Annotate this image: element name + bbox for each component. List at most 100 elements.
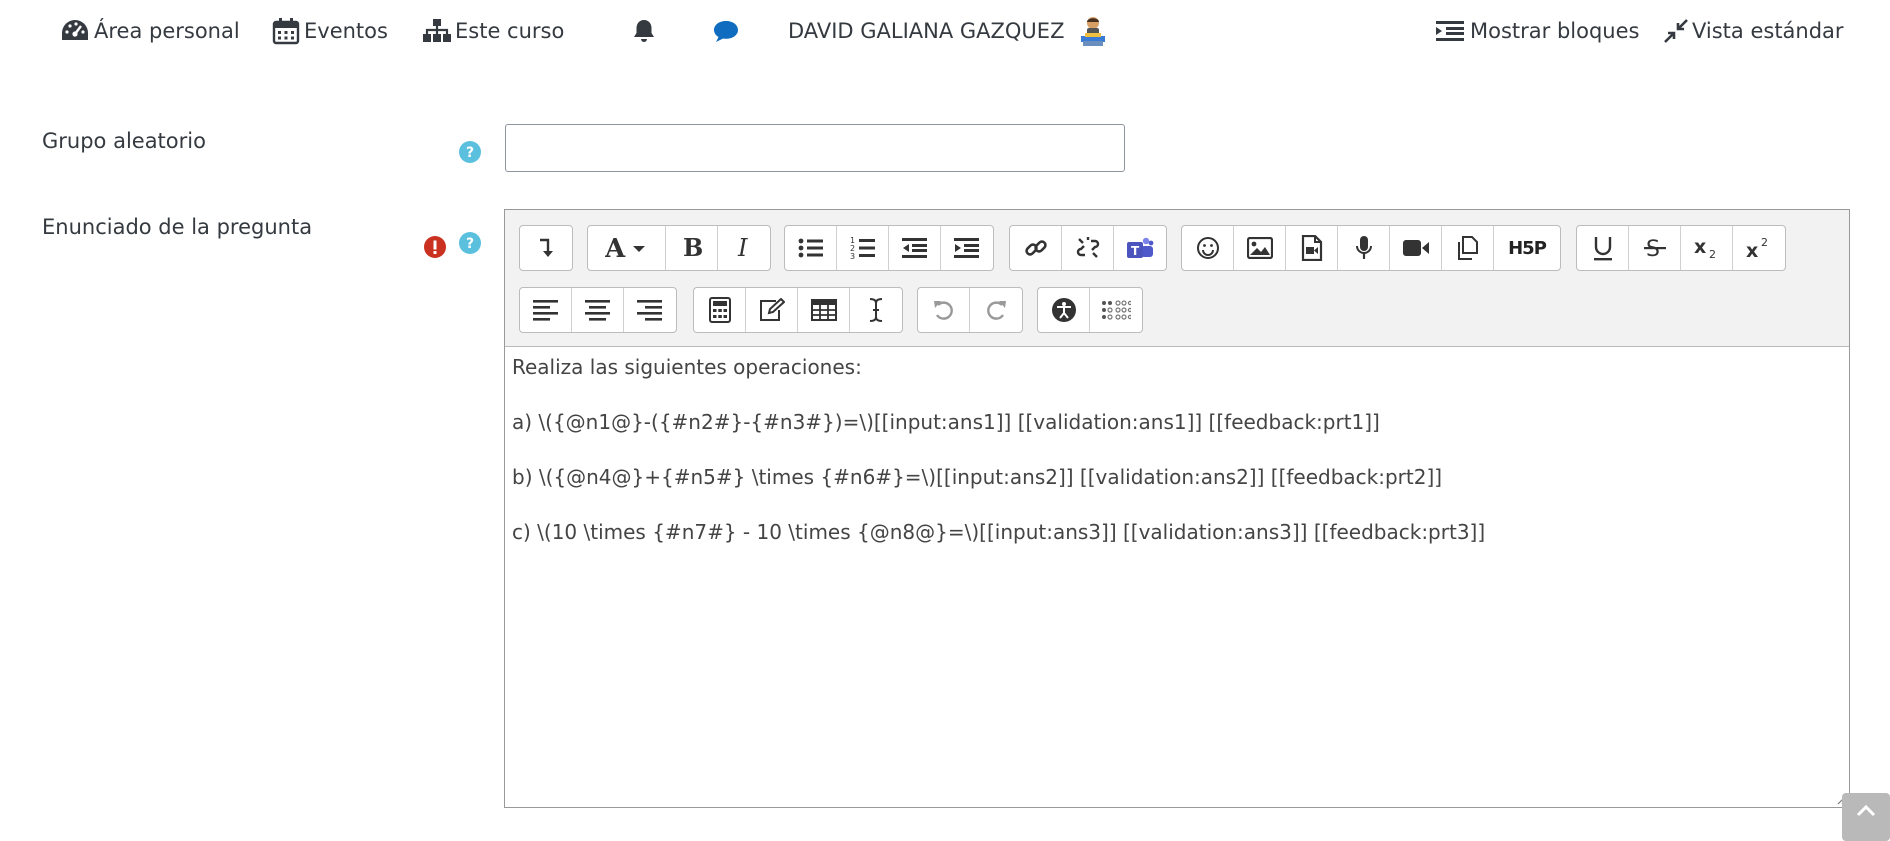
- random-group-label: Grupo aleatorio: [42, 129, 206, 153]
- accessibility-checker-button[interactable]: [1038, 288, 1090, 332]
- text-cursor-button[interactable]: [850, 288, 902, 332]
- superscript-button[interactable]: x 2: [1733, 226, 1785, 270]
- editor-content[interactable]: Realiza las siguientes operaciones: a) \…: [512, 354, 1832, 574]
- record-audio-icon: [1355, 236, 1372, 259]
- edit-icon: [759, 298, 785, 321]
- toolbar-group-format: S x 2 x 2: [1576, 225, 1786, 271]
- record-audio-button[interactable]: [1338, 226, 1390, 270]
- image-icon: [1246, 237, 1273, 259]
- teams-icon: T: [1127, 237, 1154, 258]
- align-right-icon: [637, 300, 662, 321]
- link-button[interactable]: [1010, 226, 1062, 270]
- top-navbar: Área personal Eventos Este curso DAVID G…: [0, 0, 1890, 62]
- collapse-button[interactable]: [520, 226, 572, 270]
- notifications-button[interactable]: [632, 14, 656, 48]
- align-left-button[interactable]: [520, 288, 572, 332]
- sitemap-icon: [423, 19, 451, 42]
- equation-button[interactable]: [694, 288, 746, 332]
- help-icon[interactable]: ?: [459, 141, 481, 163]
- screenreader-helper-icon: [1102, 300, 1131, 320]
- messages-button[interactable]: [713, 14, 739, 48]
- nav-events-label: Eventos: [304, 19, 388, 43]
- unordered-list-icon: [798, 238, 823, 258]
- calendar-icon: [272, 18, 300, 45]
- editor-toolbar: A B I 1 2 3 T H5P x 2 x 2: [505, 210, 1849, 347]
- redo-icon: [987, 301, 1006, 320]
- outdent-button[interactable]: [889, 226, 941, 270]
- redo-button[interactable]: [970, 288, 1022, 332]
- teams-meeting-button[interactable]: T: [1114, 226, 1166, 270]
- equation-icon: [708, 297, 731, 323]
- strikethrough-button[interactable]: S: [1629, 226, 1681, 270]
- manage-files-button[interactable]: [1442, 226, 1494, 270]
- underline-icon: [1593, 237, 1612, 261]
- toolbar-group-insert: [693, 287, 903, 333]
- content-line: Realiza las siguientes operaciones:: [512, 355, 862, 379]
- unordered-list-button[interactable]: [785, 226, 837, 270]
- h5p-button[interactable]: H5P: [1494, 226, 1560, 270]
- content-line: c) \(10 \times {#n7#} - 10 \times {@n8@}…: [512, 520, 1486, 544]
- undo-icon: [933, 301, 953, 320]
- edit-button[interactable]: [746, 288, 798, 332]
- standard-view-button[interactable]: Vista estándar: [1664, 14, 1844, 48]
- align-center-icon: [584, 300, 610, 321]
- ordered-list-button[interactable]: 123: [837, 226, 889, 270]
- underline-button[interactable]: [1577, 226, 1629, 270]
- manage-files-icon: [1457, 236, 1478, 260]
- italic-button[interactable]: I: [718, 226, 770, 270]
- media-button[interactable]: [1286, 226, 1338, 270]
- svg-text:x: x: [1746, 240, 1758, 261]
- svg-text:x: x: [1694, 236, 1706, 258]
- indent-button[interactable]: [941, 226, 993, 270]
- outdent-icon: [901, 238, 927, 258]
- superscript-icon: x 2: [1746, 236, 1768, 261]
- svg-text:B: B: [683, 235, 703, 261]
- font-style-button[interactable]: A: [588, 226, 666, 270]
- show-blocks-icon: [1436, 21, 1464, 41]
- standard-view-label: Vista estándar: [1692, 19, 1844, 43]
- nav-this-course[interactable]: Este curso: [423, 14, 564, 48]
- bold-button[interactable]: B: [666, 226, 718, 270]
- toolbar-group-lists: 123: [784, 225, 994, 271]
- h5p-icon: H5P: [1508, 237, 1547, 259]
- svg-text:2: 2: [1761, 236, 1768, 249]
- help-icon[interactable]: ?: [459, 232, 481, 254]
- table-icon: [810, 299, 837, 321]
- font-style-icon: A: [605, 235, 645, 261]
- random-group-input[interactable]: [505, 124, 1125, 172]
- dashboard-icon: [62, 20, 88, 40]
- toolbar-group-style: A B I: [587, 225, 771, 271]
- nav-dashboard[interactable]: Área personal: [60, 14, 240, 48]
- emoji-icon: [1196, 237, 1219, 259]
- record-video-icon: [1402, 240, 1429, 256]
- bold-icon: B: [683, 235, 703, 261]
- unlink-icon: [1076, 237, 1099, 258]
- align-right-button[interactable]: [624, 288, 676, 332]
- user-name: DAVID GALIANA GAZQUEZ: [788, 19, 1065, 43]
- emoji-button[interactable]: [1182, 226, 1234, 270]
- align-left-icon: [532, 300, 558, 321]
- nav-this-course-label: Este curso: [455, 19, 565, 43]
- toolbar-group-links: T: [1009, 225, 1167, 271]
- compress-icon: [1664, 19, 1688, 43]
- undo-button[interactable]: [918, 288, 970, 332]
- subscript-button[interactable]: x 2: [1681, 226, 1733, 270]
- media-icon: [1301, 235, 1322, 261]
- table-button[interactable]: [798, 288, 850, 332]
- collapse-icon: [540, 238, 553, 257]
- image-button[interactable]: [1234, 226, 1286, 270]
- svg-text:?: ?: [466, 236, 474, 252]
- chevron-up-icon: [1856, 804, 1876, 817]
- nav-events[interactable]: Eventos: [272, 14, 388, 48]
- unlink-button[interactable]: [1062, 226, 1114, 270]
- link-icon: [1024, 240, 1047, 256]
- align-center-button[interactable]: [572, 288, 624, 332]
- screenreader-helper-button[interactable]: [1090, 288, 1142, 332]
- back-to-top-button[interactable]: [1842, 793, 1890, 841]
- show-blocks-button[interactable]: Mostrar bloques: [1436, 14, 1639, 48]
- record-video-button[interactable]: [1390, 226, 1442, 270]
- user-menu[interactable]: DAVID GALIANA GAZQUEZ: [788, 14, 1108, 48]
- required-icon: [424, 236, 446, 258]
- toolbar-group-media: H5P: [1181, 225, 1561, 271]
- show-blocks-label: Mostrar bloques: [1470, 19, 1640, 43]
